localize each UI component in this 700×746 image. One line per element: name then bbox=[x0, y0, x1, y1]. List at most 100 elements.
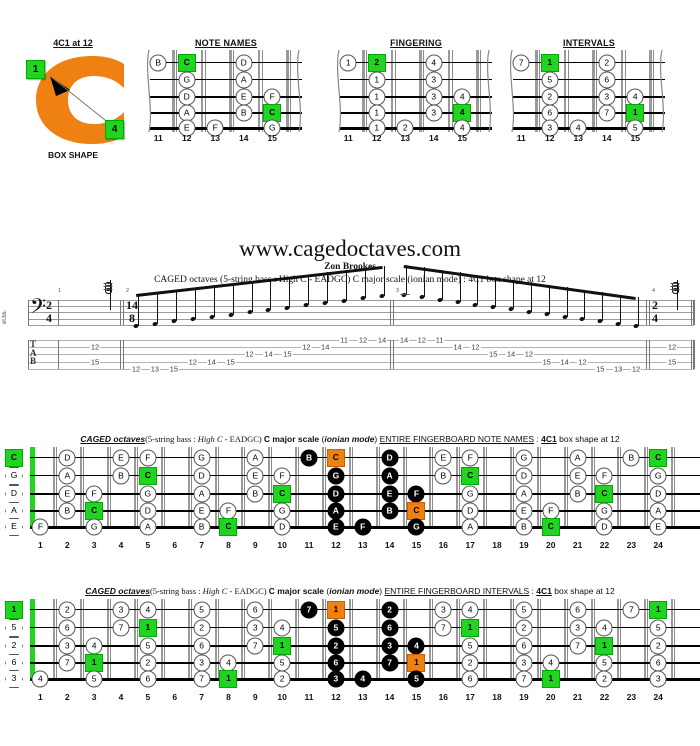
stem bbox=[365, 268, 367, 299]
fretboard-edge bbox=[486, 50, 492, 132]
tab-fret-number: 14 bbox=[376, 335, 388, 345]
fret-wire bbox=[536, 447, 539, 529]
heading-mode: ionian mode bbox=[324, 434, 375, 444]
fret-wire-shadow bbox=[298, 599, 300, 681]
fret-number-row: 1 2 3 4 5 6 7 8 9 10 11 12 13 14 15 16 17 18 19 20 21 22 23 24 bbox=[0, 691, 700, 705]
tab-fret-number: 15 bbox=[666, 357, 678, 367]
fret-note: 4 bbox=[425, 54, 443, 72]
measure-barline bbox=[646, 340, 647, 369]
fret-wire bbox=[617, 447, 620, 529]
fret-note: 2 bbox=[515, 619, 533, 637]
fret-number: 15 bbox=[457, 133, 467, 143]
fret-number: 11 bbox=[516, 133, 526, 143]
stem bbox=[530, 282, 532, 312]
fret-note: B bbox=[193, 518, 211, 536]
stem bbox=[270, 278, 272, 310]
box-shape-title: 4C1 at 12 bbox=[53, 38, 93, 48]
fret-wire-shadow bbox=[325, 599, 327, 681]
fret-note: 7 bbox=[622, 601, 640, 619]
fret-number: 14 bbox=[239, 133, 249, 143]
heading-shape-rest: box shape at 12 bbox=[551, 586, 615, 596]
stem bbox=[406, 265, 407, 295]
fret-number: 6 bbox=[172, 692, 178, 702]
fingerboard-heading: CAGED octaves(5-string bass : High C - E… bbox=[0, 434, 700, 444]
fret-note: D bbox=[235, 54, 253, 72]
fret-wire bbox=[563, 447, 566, 529]
measure-number: 2 bbox=[126, 288, 130, 294]
fret-wire-shadow bbox=[378, 447, 380, 529]
fret-note: B bbox=[235, 104, 253, 122]
stem bbox=[638, 297, 639, 327]
open-string-note: G bbox=[5, 467, 23, 485]
fret-wire bbox=[510, 599, 513, 681]
string-line bbox=[30, 609, 700, 610]
time-signature-first: 24 bbox=[46, 298, 52, 325]
fret-note: B bbox=[300, 449, 318, 467]
fret-note: 2 bbox=[367, 54, 386, 72]
measure-number: 1 bbox=[58, 288, 62, 294]
fret-number: 21 bbox=[572, 540, 583, 550]
box-marker-low: 1 bbox=[26, 60, 45, 79]
fret-note: 6 bbox=[649, 654, 667, 672]
fret-number: 20 bbox=[546, 692, 556, 702]
fret-number: 12 bbox=[545, 133, 555, 143]
tab-barline bbox=[28, 340, 29, 369]
fret-note: 4 bbox=[85, 637, 103, 655]
fret-note: E bbox=[515, 502, 533, 520]
fret-note: G bbox=[273, 502, 291, 520]
fret-number: 20 bbox=[546, 540, 556, 550]
fret-note: E bbox=[112, 449, 130, 467]
fret-note: 5 bbox=[273, 654, 291, 672]
ledger-line bbox=[400, 293, 410, 295]
stem bbox=[194, 287, 196, 320]
tab-fret-number: 12 bbox=[130, 364, 142, 374]
heading-tuning2: - EADGC) bbox=[222, 434, 264, 444]
measure-barline bbox=[693, 300, 694, 325]
stem bbox=[477, 274, 479, 305]
fret-number: 11 bbox=[304, 540, 314, 550]
fret-wire-shadow bbox=[137, 599, 138, 681]
fret-number: 4 bbox=[118, 540, 124, 550]
open-string-note: 5 bbox=[5, 619, 23, 637]
fret-number: 19 bbox=[519, 540, 529, 550]
fret-note: 4 bbox=[273, 619, 291, 637]
fret-wire-shadow bbox=[566, 447, 568, 529]
fret-note: 3 bbox=[58, 637, 76, 655]
measure-barline bbox=[123, 300, 124, 325]
fret-note: 6 bbox=[461, 670, 479, 688]
fret-note: G bbox=[461, 485, 479, 503]
fret-wire bbox=[107, 447, 110, 529]
fret-number: 13 bbox=[358, 692, 368, 702]
open-string-note: D bbox=[5, 485, 23, 503]
fret-wire bbox=[402, 447, 405, 529]
tab-fret-number: 14 bbox=[398, 335, 410, 345]
tab-fret-number: 14 bbox=[505, 349, 517, 359]
fret-note: A bbox=[58, 467, 76, 485]
fret-note: E bbox=[246, 467, 264, 485]
fret-wire-shadow bbox=[298, 447, 300, 529]
heading-section: ENTIRE FINGERBOARD NOTE NAMES bbox=[379, 434, 535, 444]
tab-fret-number: 13 bbox=[149, 364, 161, 374]
fret-note: 2 bbox=[381, 601, 399, 619]
tab-fret-number: 12 bbox=[187, 357, 198, 367]
fret-wire-shadow bbox=[405, 599, 407, 681]
box-marker-high: 4 bbox=[105, 120, 124, 139]
tab-fret-number: 11 bbox=[339, 335, 350, 345]
fret-wire bbox=[53, 599, 56, 681]
fret-note: D bbox=[461, 502, 479, 520]
fret-note: 6 bbox=[193, 637, 211, 655]
bass-clef-icon: 𝄢 bbox=[30, 294, 47, 323]
fret-note: 3 bbox=[425, 104, 443, 122]
fret-note: E bbox=[58, 485, 76, 503]
fret-note: E bbox=[235, 88, 253, 106]
fret-note: F bbox=[263, 88, 281, 106]
tab-fret-number: 14 bbox=[263, 349, 274, 359]
time-signature-second: 14 8 bbox=[126, 298, 138, 325]
heading-caged: CAGED octaves bbox=[80, 434, 146, 444]
stem bbox=[384, 266, 385, 297]
heading-caged: CAGED octaves bbox=[85, 586, 150, 596]
measure-barline bbox=[649, 340, 650, 369]
fret-wire-shadow bbox=[486, 599, 488, 681]
fret-number: 15 bbox=[267, 133, 277, 143]
fret-note: F bbox=[542, 502, 560, 520]
